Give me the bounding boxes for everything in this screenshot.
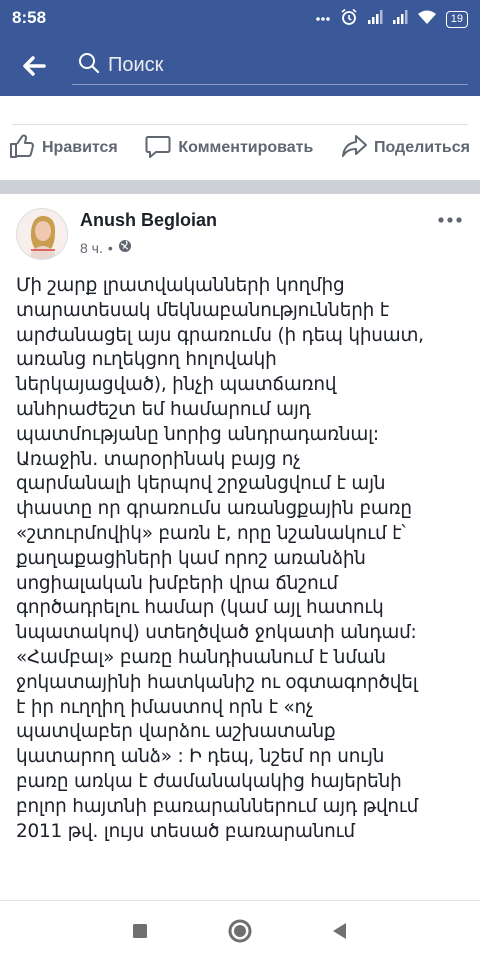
- post-meta: 8 ч. •: [80, 239, 132, 256]
- comment-label: Комментировать: [178, 139, 314, 156]
- home-circle-icon[interactable]: [226, 917, 254, 945]
- more-options-icon[interactable]: [436, 210, 464, 230]
- like-label: Нравится: [42, 139, 118, 156]
- search-icon: [78, 52, 100, 79]
- recents-square-icon[interactable]: [126, 917, 154, 945]
- dots-icon: [315, 9, 331, 30]
- battery-icon: 19: [445, 11, 468, 28]
- comment-button[interactable]: Комментировать: [144, 130, 313, 166]
- wifi-icon: [417, 9, 437, 30]
- meta-separator: •: [107, 239, 113, 256]
- post-card: Anush Begloian 8 ч. • Մի շարք լրատվականն…: [0, 194, 480, 900]
- share-label: Поделиться: [373, 139, 470, 156]
- globe-icon: [118, 239, 132, 256]
- post-text: Մի շարք լրատվականների կողմից տարատեսակ մ…: [16, 275, 424, 842]
- post-time[interactable]: 8 ч.: [80, 240, 103, 256]
- back-triangle-icon[interactable]: [326, 917, 354, 945]
- share-button[interactable]: Поделиться: [340, 130, 470, 166]
- divider: [12, 124, 468, 125]
- post-author[interactable]: Anush Begloian: [80, 210, 217, 231]
- avatar[interactable]: [16, 208, 68, 260]
- search-bar[interactable]: [72, 47, 468, 85]
- share-icon: [340, 132, 368, 165]
- status-time: 8:58: [12, 8, 47, 27]
- signal-icon: [367, 9, 383, 30]
- app-bar: [0, 34, 480, 96]
- status-icons: 19: [315, 8, 468, 31]
- search-input[interactable]: [108, 54, 428, 77]
- post-actions: Нравится Комментировать Поделиться: [0, 130, 480, 166]
- like-button[interactable]: Нравится: [8, 130, 118, 166]
- status-bar: 8:58 19: [0, 0, 480, 34]
- thumbs-up-icon: [8, 132, 36, 165]
- signal-icon: [392, 9, 408, 30]
- system-nav-bar: [0, 900, 480, 960]
- back-arrow-icon[interactable]: [18, 50, 50, 82]
- alarm-icon: [340, 8, 358, 31]
- feed-separator: [0, 180, 480, 194]
- comment-icon: [144, 132, 172, 165]
